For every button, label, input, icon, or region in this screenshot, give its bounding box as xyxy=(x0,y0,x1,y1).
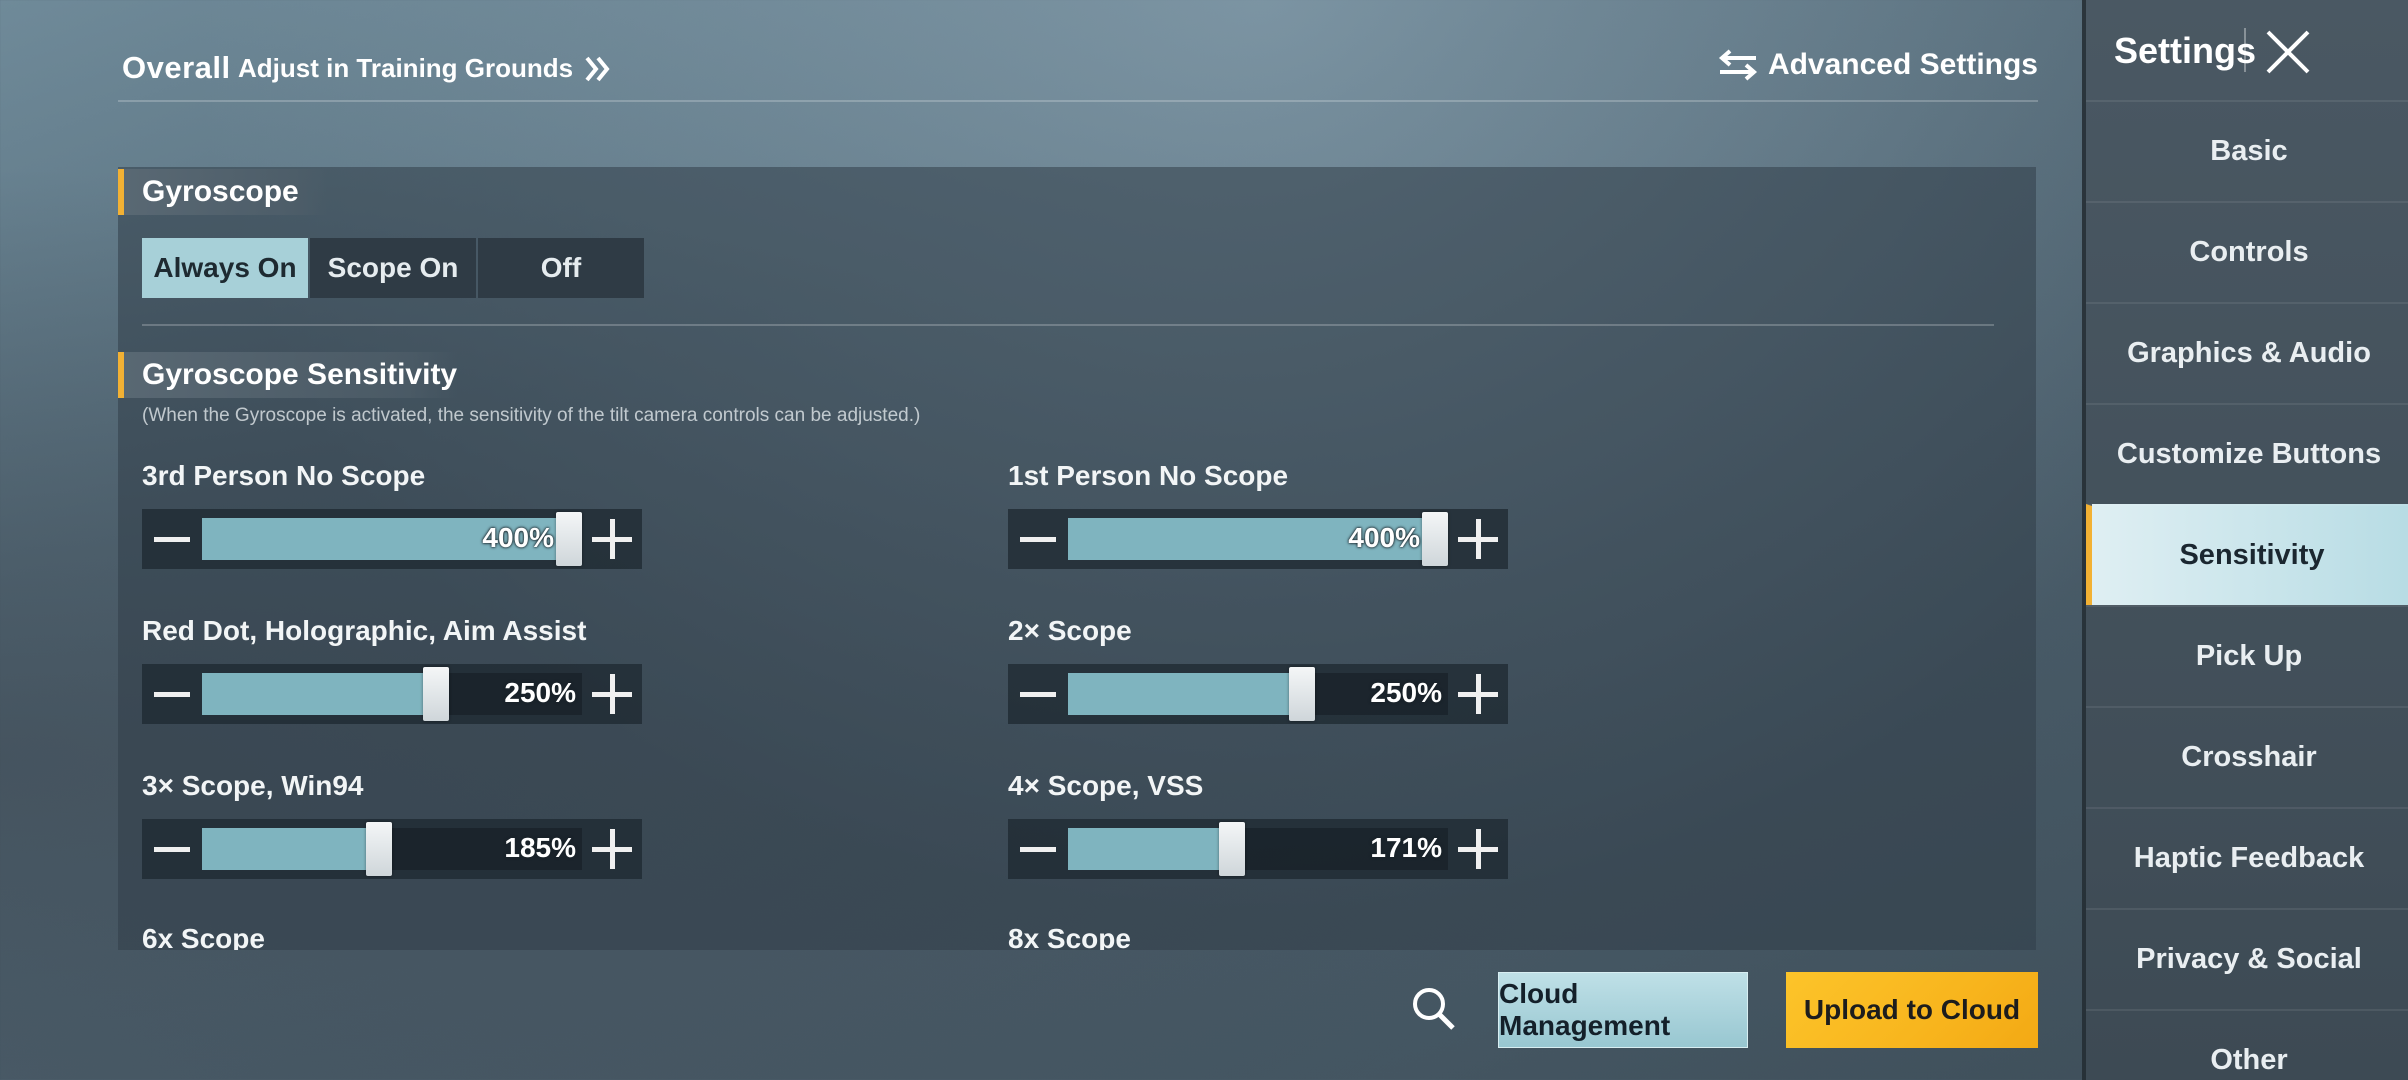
minus-icon xyxy=(154,536,190,542)
sidebar-item-other[interactable]: Other xyxy=(2086,1009,2408,1080)
sidebar-item-customize-buttons[interactable]: Customize Buttons xyxy=(2086,403,2408,504)
swap-arrows-icon xyxy=(1718,49,1757,81)
slider-3x-scope-win94: 185% xyxy=(142,819,642,879)
slider-thumb[interactable] xyxy=(366,822,392,876)
slider-track[interactable]: 185% xyxy=(202,822,582,876)
settings-sidebar: Settings Basic Controls Graphics & Audio… xyxy=(2082,0,2408,1080)
increase-button[interactable] xyxy=(1448,509,1508,569)
slider-fill xyxy=(202,828,379,870)
close-icon[interactable] xyxy=(2262,26,2314,78)
slider-1st-person-no-scope: 400% xyxy=(1008,509,1508,569)
advanced-settings-label: Advanced Settings xyxy=(1767,48,2038,81)
gyroscope-mode-selector: Always On Scope On Off xyxy=(142,238,646,298)
sidebar-item-graphics-audio[interactable]: Graphics & Audio xyxy=(2086,302,2408,403)
section-divider xyxy=(142,324,1994,326)
sidebar-item-sensitivity[interactable]: Sensitivity xyxy=(2086,504,2408,605)
slider-value: 171% xyxy=(1370,832,1442,863)
slider-2x-scope: 250% xyxy=(1008,664,1508,724)
slider-label-1st-person: 1st Person No Scope xyxy=(1008,460,1289,491)
slider-thumb[interactable] xyxy=(556,512,582,566)
sidebar-item-basic[interactable]: Basic xyxy=(2086,100,2408,201)
slider-label-red-dot: Red Dot, Holographic, Aim Assist xyxy=(142,615,587,646)
slider-3rd-person-no-scope: 400% xyxy=(142,509,642,569)
gyroscope-option-scope-on[interactable]: Scope On xyxy=(310,238,476,298)
training-grounds-link[interactable]: Adjust in Training Grounds xyxy=(238,53,613,84)
decrease-button[interactable] xyxy=(142,509,202,569)
increase-button[interactable] xyxy=(582,819,642,879)
slider-red-dot-holographic: 250% xyxy=(142,664,642,724)
decrease-button[interactable] xyxy=(1008,819,1068,879)
decrease-button[interactable] xyxy=(1008,664,1068,724)
sidebar-menu: Basic Controls Graphics & Audio Customiz… xyxy=(2086,100,2408,1080)
slider-label-4x-scope: 4× Scope, VSS xyxy=(1008,770,1204,801)
sidebar-title: Settings xyxy=(2114,30,2257,71)
sidebar-item-privacy-social[interactable]: Privacy & Social xyxy=(2086,908,2408,1009)
advanced-settings-button[interactable]: Advanced Settings xyxy=(1718,48,2038,82)
double-chevron-right-icon xyxy=(585,56,610,81)
sidebar-item-haptic-feedback[interactable]: Haptic Feedback xyxy=(2086,807,2408,908)
increase-button[interactable] xyxy=(582,509,642,569)
slider-value: 185% xyxy=(504,832,576,863)
tab-overall[interactable]: Overall xyxy=(122,50,231,86)
minus-icon xyxy=(154,691,190,697)
slider-fill xyxy=(202,673,436,715)
increase-button[interactable] xyxy=(582,664,642,724)
increase-button[interactable] xyxy=(1448,664,1508,724)
slider-value: 400% xyxy=(1348,522,1420,553)
slider-track[interactable]: 400% xyxy=(1068,512,1448,566)
slider-thumb[interactable] xyxy=(1422,512,1448,566)
training-grounds-label: Adjust in Training Grounds xyxy=(238,53,574,83)
gyroscope-section-title: Gyroscope xyxy=(118,169,328,215)
gyroscope-sensitivity-note: (When the Gyroscope is activated, the se… xyxy=(142,405,921,426)
gyroscope-option-off[interactable]: Off xyxy=(478,238,644,298)
slider-track[interactable]: 250% xyxy=(202,667,582,721)
gyroscope-option-always-on[interactable]: Always On xyxy=(142,238,308,298)
slider-track[interactable]: 250% xyxy=(1068,667,1448,721)
slider-4x-scope-vss: 171% xyxy=(1008,819,1508,879)
slider-label-3x-scope: 3× Scope, Win94 xyxy=(142,770,364,801)
settings-panel: Gyroscope Always On Scope On Off Gyrosco… xyxy=(118,167,2036,950)
minus-icon xyxy=(1020,536,1056,542)
slider-label-6x-scope: 6x Scope xyxy=(142,923,265,950)
slider-value: 250% xyxy=(504,677,576,708)
slider-thumb[interactable] xyxy=(1219,822,1245,876)
slider-fill xyxy=(1068,673,1302,715)
title-separator xyxy=(2244,28,2246,72)
slider-label-8x-scope: 8x Scope xyxy=(1008,923,1131,950)
minus-icon xyxy=(1020,846,1056,852)
slider-track[interactable]: 400% xyxy=(202,512,582,566)
sidebar-item-crosshair[interactable]: Crosshair xyxy=(2086,706,2408,807)
cloud-management-button[interactable]: Cloud Management xyxy=(1498,972,1748,1048)
slider-thumb[interactable] xyxy=(1289,667,1315,721)
top-bar: Overall Adjust in Training Grounds Advan… xyxy=(118,40,2038,102)
search-icon[interactable] xyxy=(1410,985,1456,1031)
minus-icon xyxy=(154,846,190,852)
decrease-button[interactable] xyxy=(1008,509,1068,569)
upload-to-cloud-button[interactable]: Upload to Cloud xyxy=(1786,972,2038,1048)
slider-thumb[interactable] xyxy=(423,667,449,721)
minus-icon xyxy=(1020,691,1056,697)
decrease-button[interactable] xyxy=(142,819,202,879)
slider-label-3rd-person: 3rd Person No Scope xyxy=(142,460,426,491)
slider-value: 250% xyxy=(1370,677,1442,708)
slider-value: 400% xyxy=(482,522,554,553)
sidebar-item-pick-up[interactable]: Pick Up xyxy=(2086,605,2408,706)
slider-fill xyxy=(1068,828,1232,870)
slider-label-2x-scope: 2× Scope xyxy=(1008,615,1132,646)
sidebar-item-controls[interactable]: Controls xyxy=(2086,201,2408,302)
decrease-button[interactable] xyxy=(142,664,202,724)
increase-button[interactable] xyxy=(1448,819,1508,879)
gyroscope-sensitivity-title: Gyroscope Sensitivity xyxy=(118,352,458,398)
slider-track[interactable]: 171% xyxy=(1068,822,1448,876)
